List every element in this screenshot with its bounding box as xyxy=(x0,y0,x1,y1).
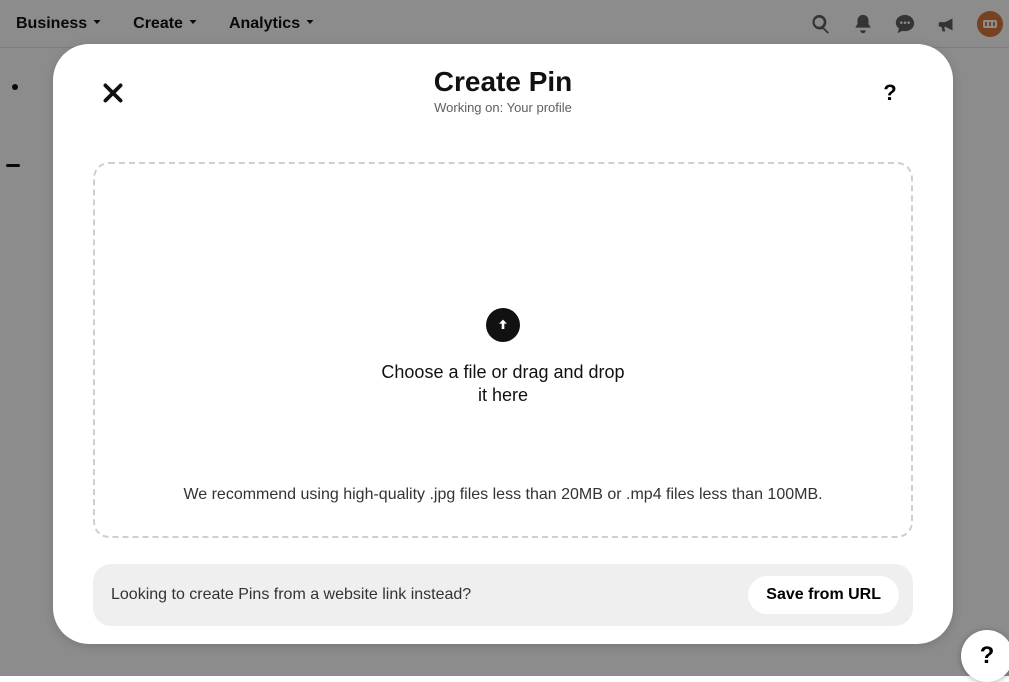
modal-subtitle: Working on: Your profile xyxy=(53,100,953,115)
upload-icon xyxy=(486,308,520,342)
floating-help-button[interactable]: ? xyxy=(961,630,1009,682)
dropzone-text-line1: Choose a file or drag and drop xyxy=(381,362,624,383)
file-dropzone[interactable]: Choose a file or drag and drop it here W… xyxy=(93,162,913,538)
url-bar-question: Looking to create Pins from a website li… xyxy=(111,586,471,604)
save-from-url-button[interactable]: Save from URL xyxy=(748,576,899,614)
save-from-url-bar: Looking to create Pins from a website li… xyxy=(93,564,913,626)
modal-title: Create Pin xyxy=(53,66,953,98)
create-pin-modal: Create Pin Working on: Your profile ? Ch… xyxy=(53,44,953,644)
modal-header: Create Pin Working on: Your profile ? xyxy=(53,66,953,126)
dropzone-text-line2: it here xyxy=(478,385,528,406)
dropzone-recommendation: We recommend using high-quality .jpg fil… xyxy=(95,486,911,504)
close-button[interactable] xyxy=(99,80,127,108)
close-icon xyxy=(100,80,126,106)
modal-help-button[interactable]: ? xyxy=(877,80,903,106)
